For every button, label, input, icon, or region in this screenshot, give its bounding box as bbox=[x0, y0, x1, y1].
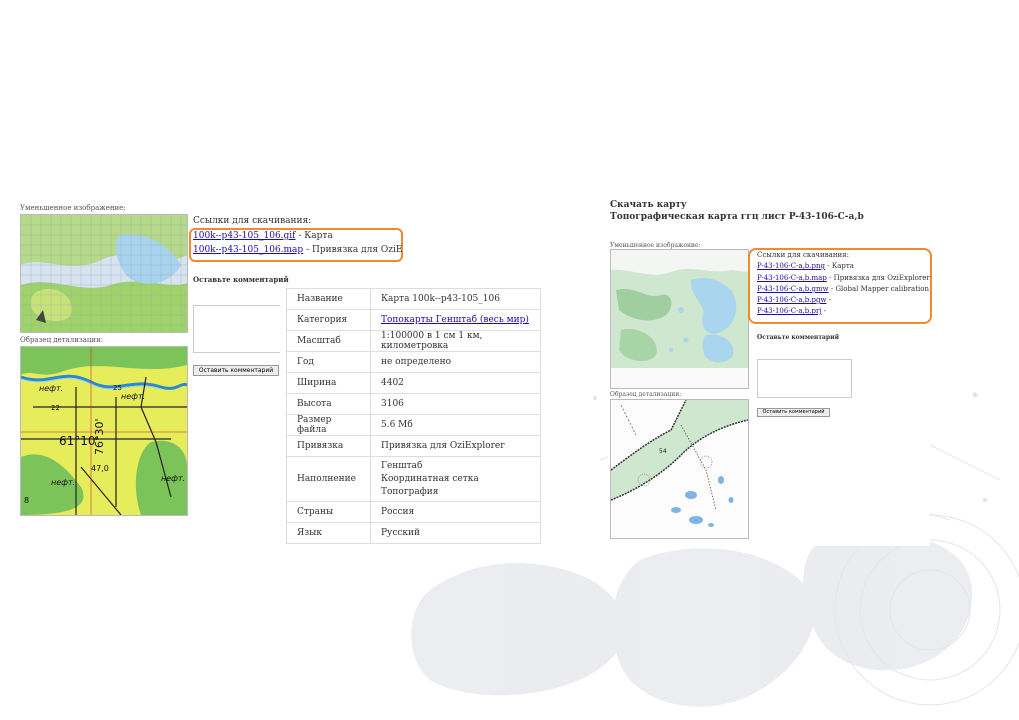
detail-sample-label: Образец детализации: bbox=[20, 336, 104, 344]
category-link[interactable]: Топокарты Генштаб (весь мир) bbox=[381, 315, 529, 325]
map-sheet-title: Топографическая карта ггц лист P-43-106-… bbox=[610, 212, 864, 222]
info-key: Год bbox=[286, 351, 371, 373]
info-value: Русский bbox=[370, 522, 541, 544]
download-links-title: Ссылки для скачивания: bbox=[193, 216, 312, 226]
info-value: 4402 bbox=[370, 372, 541, 394]
download-link-desc: - bbox=[826, 296, 832, 304]
table-row: Категория Топокарты Генштаб (весь мир) bbox=[286, 309, 541, 331]
comment-textarea[interactable] bbox=[193, 305, 280, 353]
comment-textarea[interactable] bbox=[757, 359, 852, 398]
submit-comment-button[interactable]: Оставить комментарий bbox=[757, 408, 830, 417]
download-link-gmw[interactable]: P-43-106-C-a,b.gmw bbox=[757, 285, 829, 293]
download-link-map[interactable]: P-43-106-C-a,b.map bbox=[757, 274, 827, 282]
info-key: Масштаб bbox=[286, 330, 371, 352]
map-label-8: 8 bbox=[24, 496, 29, 505]
download-link-png[interactable]: P-43-106-C-a,b.png bbox=[757, 262, 825, 270]
table-row: Страны Россия bbox=[286, 501, 541, 523]
map-label-22: 22 bbox=[51, 404, 60, 412]
comment-title: Оставьте комментарий bbox=[193, 275, 289, 284]
download-link-row: P-43-106-C-a,b.map - Привязка для OziExp… bbox=[757, 274, 930, 282]
download-link-row: P-43-106-C-a,b.gmw - Global Mapper calib… bbox=[757, 285, 929, 293]
detail-sample-label: Образец детализации: bbox=[610, 391, 682, 398]
info-key: Размер файла bbox=[286, 414, 371, 436]
right-map-page: Скачать карту Топографическая карта ггц … bbox=[608, 196, 932, 546]
info-value: 1:100000 в 1 см 1 км, километровка bbox=[370, 330, 541, 352]
info-value: Россия bbox=[370, 501, 541, 523]
download-link-row: 100k--p43-105_106.gif - Карта bbox=[193, 231, 333, 241]
table-row: Наполнение Генштаб Координатная сетка То… bbox=[286, 456, 541, 502]
table-row: Размер файла 5.6 Мб bbox=[286, 414, 541, 436]
table-row: Название Карта 100k--p43-105_106 bbox=[286, 288, 541, 310]
map-label-47: 47,0 bbox=[91, 464, 109, 473]
download-link-desc: - Global Mapper calibration bbox=[828, 285, 929, 293]
info-key: Ширина bbox=[286, 372, 371, 394]
info-key: Страны bbox=[286, 501, 371, 523]
download-link-row: 100k--p43-105_106.map - Привязка для Ozi… bbox=[193, 245, 402, 255]
map-label-oil-4: нефт. bbox=[161, 474, 185, 483]
map-detail-sample[interactable]: нефт. нефт. 25 22 61°10' 76°30' 47,0 неф… bbox=[20, 346, 188, 516]
map-label-25: 25 bbox=[113, 384, 122, 392]
download-link-pgw[interactable]: P-43-106-C-a,b.pgw bbox=[757, 296, 826, 304]
info-value-list: Генштаб Координатная сетка Топография bbox=[370, 456, 541, 502]
info-value: 5.6 Мб bbox=[370, 414, 541, 436]
info-value: Привязка для OziExplorer bbox=[370, 435, 541, 457]
table-row: Ширина 4402 bbox=[286, 372, 541, 394]
left-map-page: Уменьшенное изображение: Образец детализ… bbox=[20, 204, 545, 549]
download-link-prj[interactable]: P-43-106-C-a,b.prj bbox=[757, 307, 822, 315]
map-label-oil-2: нефт. bbox=[121, 392, 145, 401]
download-link-desc: - Карта bbox=[295, 231, 333, 241]
table-row: Масштаб 1:100000 в 1 см 1 км, километров… bbox=[286, 330, 541, 352]
info-key: Наполнение bbox=[286, 456, 371, 502]
info-value-item: Топография bbox=[381, 486, 439, 497]
map-label-oil-3: нефт. bbox=[51, 478, 75, 487]
download-map-heading: Скачать карту bbox=[610, 200, 687, 210]
table-row: Привязка Привязка для OziExplorer bbox=[286, 435, 541, 457]
download-link-row: P-43-106-C-a,b.pgw - bbox=[757, 296, 831, 304]
thumbnail-label: Уменьшенное изображение: bbox=[20, 204, 126, 212]
table-row: Язык Русский bbox=[286, 522, 541, 544]
info-key: Высота bbox=[286, 393, 371, 415]
map-label-oil-1: нефт. bbox=[39, 384, 63, 393]
info-key: Категория bbox=[286, 309, 371, 331]
comment-title: Оставьте комментарий bbox=[757, 334, 840, 341]
download-link-desc: - Карта bbox=[825, 262, 854, 270]
download-link-desc: - bbox=[821, 307, 827, 315]
map-thumbnail-preview[interactable] bbox=[610, 249, 749, 389]
table-row: Высота 3106 bbox=[286, 393, 541, 415]
map-detail-sample[interactable]: 54 bbox=[610, 399, 749, 539]
map-info-table: Название Карта 100k--p43-105_106 Категор… bbox=[286, 288, 541, 544]
download-link-desc: - Привязка для OziE bbox=[303, 245, 403, 255]
info-value: не определено bbox=[370, 351, 541, 373]
thumbnail-label: Уменьшенное изображение: bbox=[610, 242, 701, 249]
download-link-desc: - Привязка для OziExplorer bbox=[826, 274, 930, 282]
submit-comment-button[interactable]: Оставить комментарий bbox=[193, 365, 279, 376]
download-link-gif[interactable]: 100k--p43-105_106.gif bbox=[193, 231, 296, 241]
download-links-title: Ссылки для скачивания: bbox=[757, 251, 849, 259]
info-value: 3106 bbox=[370, 393, 541, 415]
info-value-item: Генштаб bbox=[381, 460, 423, 471]
map-label-longitude: 76°30' bbox=[93, 418, 106, 455]
info-key: Привязка bbox=[286, 435, 371, 457]
download-link-row: P-43-106-C-a,b.png - Карта bbox=[757, 262, 854, 270]
map-label-54: 54 bbox=[659, 448, 667, 455]
table-row: Год не определено bbox=[286, 351, 541, 373]
info-value-item: Координатная сетка bbox=[381, 473, 479, 484]
info-key: Название bbox=[286, 288, 371, 310]
info-value: Карта 100k--p43-105_106 bbox=[370, 288, 541, 310]
download-link-map[interactable]: 100k--p43-105_106.map bbox=[193, 245, 303, 255]
map-thumbnail-preview[interactable] bbox=[20, 214, 188, 333]
info-key: Язык bbox=[286, 522, 371, 544]
download-link-row: P-43-106-C-a,b.prj - bbox=[757, 307, 826, 315]
